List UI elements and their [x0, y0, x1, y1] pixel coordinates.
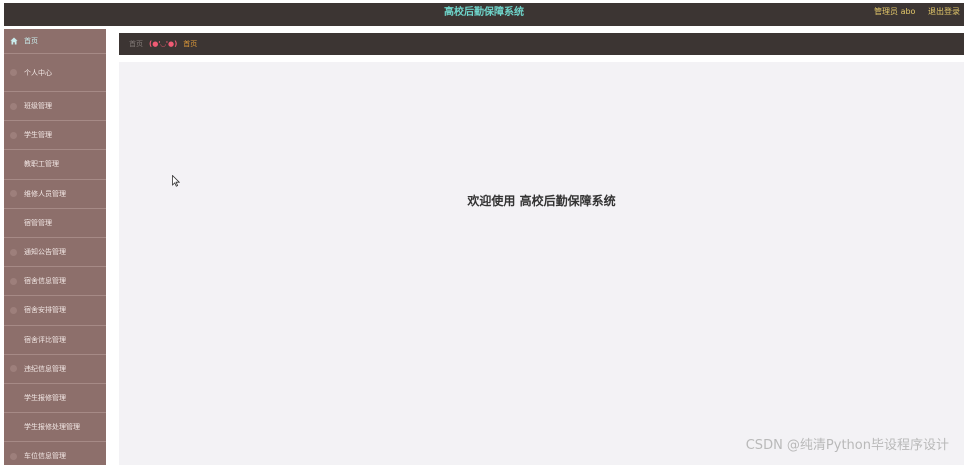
- welcome-message: 欢迎使用 高校后勤保障系统: [467, 194, 616, 208]
- sidebar-item-notices[interactable]: 通知公告管理: [4, 238, 106, 268]
- sidebar-item-label: 车位信息管理: [24, 452, 66, 461]
- watermark-text: CSDN @纯清Python毕设程序设计: [745, 438, 949, 453]
- sidebar-item-students[interactable]: 学生管理: [4, 121, 106, 151]
- mouse-cursor-icon: [172, 175, 180, 187]
- breadcrumb: 首页 (●'◡'●) 首页: [119, 33, 964, 55]
- sidebar-menu: 首页 个人中心 班级管理 学生管理 教职工管理 维修人员管理 宿管管理 通知公告…: [4, 29, 106, 465]
- menu-icon: [10, 161, 17, 168]
- breadcrumb-home-link[interactable]: 首页: [129, 39, 143, 49]
- sidebar-item-staff[interactable]: 教职工管理: [4, 150, 106, 180]
- menu-icon: [10, 248, 17, 256]
- menu-icon: [10, 336, 17, 343]
- sidebar-item-label: 通知公告管理: [24, 248, 66, 257]
- menu-icon: [10, 190, 17, 198]
- sidebar-item-label: 学生报修处理管理: [24, 423, 80, 432]
- menu-icon: [10, 452, 17, 460]
- sidebar-item-profile[interactable]: 个人中心: [4, 54, 106, 92]
- sidebar-item-label: 首页: [24, 37, 38, 45]
- breadcrumb-current: 首页: [183, 40, 198, 48]
- sidebar-item-label: 宿舍安排管理: [24, 306, 66, 315]
- sidebar-item-label: 违纪信息管理: [24, 364, 66, 373]
- main-content: 欢迎使用 高校后勤保障系统: [119, 62, 964, 465]
- sidebar-item-repairers[interactable]: 维修人员管理: [4, 180, 106, 209]
- sidebar-item-repair-handling[interactable]: 学生报修处理管理: [4, 413, 106, 443]
- menu-icon: [10, 219, 17, 226]
- menu-icon: [10, 424, 17, 431]
- sidebar-item-label: 维修人员管理: [24, 189, 66, 198]
- current-user: 管理员 abo: [874, 7, 916, 16]
- logout-button[interactable]: 退出登录: [928, 7, 960, 16]
- menu-icon: [10, 365, 17, 373]
- sidebar-item-label: 个人中心: [24, 68, 52, 77]
- sidebar-item-dorm-rating[interactable]: 宿舍评比管理: [4, 326, 106, 355]
- sidebar-item-label: 班级管理: [24, 102, 52, 111]
- sidebar-item-classes[interactable]: 班级管理: [4, 92, 106, 122]
- home-icon: [10, 37, 18, 45]
- sidebar-item-label: 宿舍信息管理: [24, 277, 66, 286]
- top-navbar: 高校后勤保障系统 管理员 abo 退出登录: [4, 3, 964, 26]
- sidebar-item-label: 教职工管理: [24, 160, 59, 169]
- sidebar-item-dorm-managers[interactable]: 宿管管理: [4, 209, 106, 238]
- menu-icon: [10, 277, 17, 285]
- sidebar-item-label: 宿管管理: [24, 218, 52, 227]
- sidebar-item-dorm-info[interactable]: 宿舍信息管理: [4, 267, 106, 297]
- menu-icon: [10, 69, 17, 76]
- sidebar-item-violations[interactable]: 违纪信息管理: [4, 355, 106, 384]
- sidebar-item-dorm-arrange[interactable]: 宿舍安排管理: [4, 296, 106, 326]
- sidebar-item-label: 宿舍评比管理: [24, 335, 66, 344]
- menu-icon: [10, 131, 17, 139]
- breadcrumb-emoji: (●'◡'●): [149, 40, 178, 48]
- menu-icon: [10, 394, 17, 401]
- sidebar-item-label: 学生报修管理: [24, 393, 66, 402]
- sidebar-item-parking[interactable]: 车位信息管理: [4, 442, 106, 465]
- menu-icon: [10, 102, 17, 110]
- sidebar-item-label: 学生管理: [24, 131, 52, 140]
- app-title: 高校后勤保障系统: [444, 7, 524, 18]
- user-area: 管理员 abo 退出登录: [864, 3, 960, 26]
- menu-icon: [10, 306, 17, 314]
- sidebar-item-home[interactable]: 首页: [4, 29, 106, 54]
- sidebar-item-repair-requests[interactable]: 学生报修管理: [4, 384, 106, 414]
